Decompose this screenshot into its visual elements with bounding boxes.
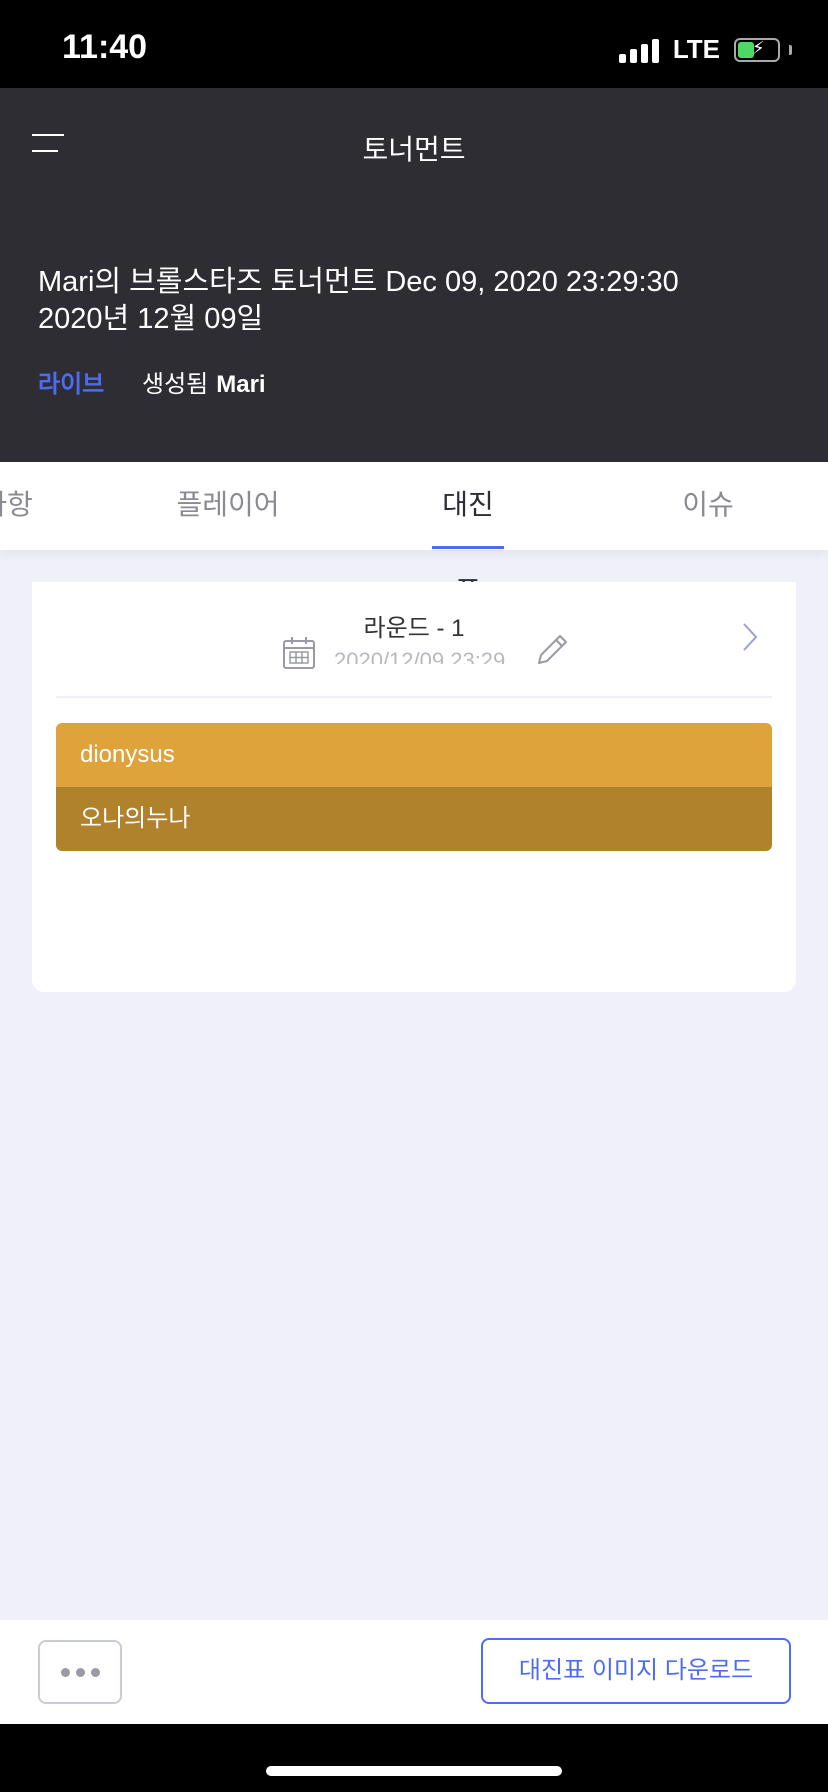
tab-bar: 사항 플레이어 대진표 이슈 (0, 462, 828, 606)
tab-issues[interactable]: 이슈 (680, 462, 736, 550)
calendar-icon (283, 637, 315, 669)
tab-players[interactable]: 플레이어 (170, 462, 286, 550)
match-player-2[interactable]: 오나의누나 (56, 787, 772, 851)
created-by: 생성됨 Mari (142, 364, 266, 399)
match-box[interactable]: dionysus 오나의누나 (56, 723, 772, 851)
home-indicator[interactable] (266, 1766, 562, 1776)
signal-icon (618, 37, 659, 63)
tournament-title: Mari의 브롤스타즈 토너먼트 Dec 09, 2020 23:29:30 2… (38, 264, 778, 338)
network-label: LTE (672, 34, 720, 64)
home-indicator-area (0, 1724, 828, 1792)
status-time: 11:40 (62, 28, 148, 66)
tab-bracket[interactable]: 대진표 (430, 462, 506, 606)
active-tab-indicator (432, 546, 504, 549)
bottom-action-bar: 대진표 이미지 다운로드 (0, 1620, 828, 1724)
tournament-header: 토너먼트 Mari의 브롤스타즈 토너먼트 Dec 09, 2020 23:29… (0, 88, 828, 462)
match-player-1[interactable]: dionysus (56, 723, 772, 787)
creator-name: Mari (216, 371, 266, 398)
status-indicators: LTE ⚡ (618, 34, 792, 65)
round-label: 라운드 - 1 (363, 615, 465, 642)
created-label: 생성됨 (142, 371, 209, 398)
tournament-name: Mari의 브롤스타즈 토너먼트 Dec 09, 2020 23:29:30 (38, 266, 679, 298)
live-status-badge: 라이브 (38, 371, 105, 398)
pencil-icon[interactable] (534, 630, 568, 668)
tournament-date: 2020년 12월 09일 (38, 303, 264, 335)
chevron-right-icon[interactable] (736, 620, 764, 654)
divider (56, 696, 772, 698)
status-bar: 11:40 LTE ⚡ (0, 0, 828, 88)
page-title: 토너먼트 (362, 134, 466, 165)
more-dots-icon (60, 1667, 70, 1677)
tab-notice[interactable]: 사항 (0, 462, 62, 550)
more-button[interactable] (38, 1640, 122, 1704)
battery-icon: ⚡ (734, 37, 780, 62)
bracket-card: 라운드 - 1 2020/12/09 23:29 dionysus 오나의누나 (32, 582, 796, 992)
round-date: 2020/12/09 23:29 (334, 648, 506, 664)
download-bracket-image-button[interactable]: 대진표 이미지 다운로드 (481, 1638, 791, 1704)
